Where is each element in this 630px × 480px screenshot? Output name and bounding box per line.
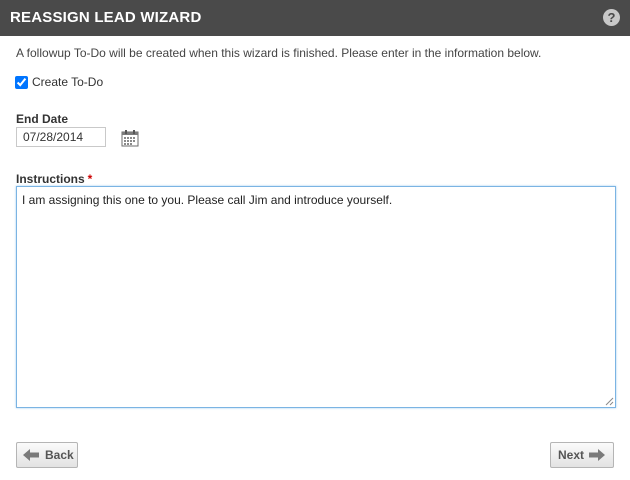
create-todo-row[interactable]: Create To-Do [15,73,103,91]
end-date-input[interactable] [16,127,106,147]
create-todo-label: Create To-Do [32,75,104,89]
next-button[interactable]: Next [550,442,614,468]
back-button[interactable]: Back [16,442,78,468]
intro-text: A followup To-Do will be created when th… [16,46,542,60]
create-todo-checkbox[interactable] [15,75,28,89]
next-button-label: Next [558,448,585,462]
back-button-label: Back [45,448,74,462]
instructions-label-text: Instructions [16,172,85,186]
resize-grip-icon[interactable] [605,397,614,406]
calendar-icon[interactable] [121,129,139,147]
required-marker: * [87,172,93,186]
wizard-header: REASSIGN LEAD WIZARD ? [0,0,630,36]
arrow-right-icon [589,449,606,461]
instructions-label: Instructions * [16,172,92,186]
end-date-label: End Date [16,112,69,126]
help-icon[interactable]: ? [603,9,620,26]
instructions-textarea[interactable]: I am assigning this one to you. Please c… [16,186,616,408]
arrow-left-icon [23,449,39,461]
wizard-title: REASSIGN LEAD WIZARD [10,9,202,26]
